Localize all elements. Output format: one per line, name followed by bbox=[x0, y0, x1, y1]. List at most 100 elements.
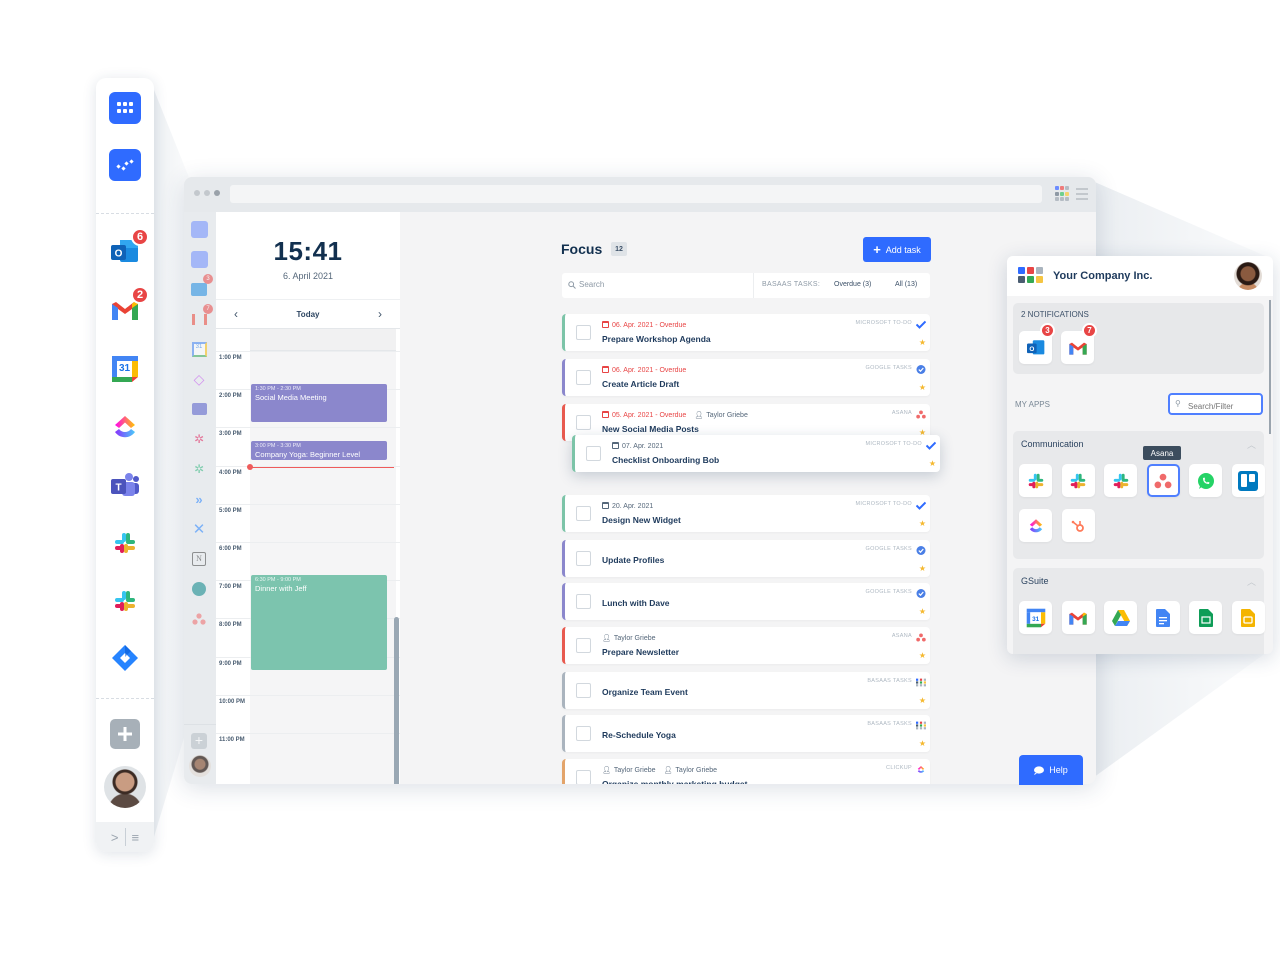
inner-sharepoint-icon[interactable] bbox=[190, 580, 208, 598]
inner-add-app-icon[interactable]: + bbox=[190, 732, 208, 750]
task-checkbox[interactable] bbox=[576, 325, 591, 340]
app-tile-google-docs[interactable] bbox=[1146, 601, 1180, 634]
launcher-app-clickup[interactable] bbox=[109, 411, 141, 443]
star-icon[interactable]: ★ bbox=[929, 459, 936, 468]
task-item[interactable]: 👤︎ Taylor Griebe 👤︎ Taylor Griebe Organize m… bbox=[562, 759, 930, 784]
calendar-event[interactable]: 6:30 PM - 9:00 PM Dinner with Jeff bbox=[251, 575, 387, 670]
inner-gmail-icon[interactable]: 7 bbox=[190, 304, 213, 328]
task-checkbox[interactable] bbox=[576, 551, 591, 566]
hour-row[interactable]: 10:00 PM bbox=[216, 694, 400, 733]
inner-asana-icon[interactable] bbox=[190, 610, 208, 628]
task-checkbox[interactable] bbox=[576, 594, 591, 609]
app-tile-google-drive[interactable] bbox=[1104, 601, 1137, 634]
star-icon[interactable]: ★ bbox=[919, 607, 926, 616]
inner-notion-icon[interactable]: N bbox=[190, 550, 208, 568]
app-tile-google-slides[interactable] bbox=[1231, 601, 1265, 634]
inner-google-calendar-icon[interactable]: 31 bbox=[190, 340, 208, 358]
app-tile-google-calendar[interactable]: 31 bbox=[1019, 601, 1052, 634]
star-icon[interactable]: ★ bbox=[919, 739, 926, 748]
hour-row[interactable]: 4:00 PM bbox=[216, 465, 400, 504]
add-app-button[interactable] bbox=[110, 719, 140, 749]
app-tile-asana[interactable] bbox=[1146, 464, 1180, 497]
search-input[interactable]: Search bbox=[568, 280, 604, 289]
launcher-app-teams[interactable]: T bbox=[109, 469, 141, 501]
star-icon[interactable]: ★ bbox=[919, 383, 926, 392]
filter-all[interactable]: All (13) bbox=[895, 281, 917, 288]
inner-clickup-icon[interactable]: ◇ bbox=[190, 370, 208, 388]
task-checkbox[interactable] bbox=[576, 415, 591, 430]
help-button[interactable]: Help bbox=[1019, 755, 1083, 785]
window-controls[interactable] bbox=[194, 190, 220, 196]
task-checkbox[interactable] bbox=[576, 726, 591, 741]
notification-gmail[interactable]: 7 bbox=[1061, 323, 1097, 364]
star-icon[interactable]: ★ bbox=[919, 696, 926, 705]
app-tile-hubspot[interactable] bbox=[1061, 509, 1095, 542]
task-item[interactable]: 06. Apr. 2021 - Overdue Prepare Workshop … bbox=[562, 314, 930, 351]
task-checkbox[interactable] bbox=[576, 370, 591, 385]
inner-slack-icon-2[interactable]: ✲ bbox=[190, 460, 208, 478]
inner-jira-icon[interactable]: » bbox=[190, 490, 208, 508]
app-tile-slack[interactable] bbox=[1104, 464, 1137, 497]
next-day-button[interactable]: › bbox=[378, 307, 382, 321]
calendar-event[interactable]: 3:00 PM - 3:30 PM Company Yoga: Beginner… bbox=[251, 441, 387, 460]
menu-icon[interactable]: ≡ bbox=[132, 830, 140, 845]
task-item[interactable]: 20. Apr. 2021 Design New Widget MICROSOFT … bbox=[562, 495, 930, 532]
task-checkbox[interactable] bbox=[576, 683, 591, 698]
collapse-chevron-icon[interactable]: ︿ bbox=[1247, 575, 1256, 588]
inner-outlook-icon[interactable]: 3 bbox=[190, 274, 213, 298]
app-filter-input[interactable] bbox=[1168, 393, 1263, 415]
launcher-app-jira[interactable] bbox=[109, 642, 141, 674]
task-item[interactable]: Lunch with Dave GOOGLE TASKS ★ bbox=[562, 583, 930, 620]
task-checkbox[interactable] bbox=[576, 770, 591, 784]
all-day-row[interactable] bbox=[250, 329, 396, 351]
app-tile-clickup[interactable] bbox=[1019, 509, 1052, 542]
inner-workflow-icon[interactable] bbox=[190, 250, 208, 268]
app-tile-trello[interactable] bbox=[1231, 464, 1265, 497]
task-checkbox[interactable] bbox=[576, 638, 591, 653]
star-icon[interactable]: ★ bbox=[919, 519, 926, 528]
star-icon[interactable]: ★ bbox=[919, 651, 926, 660]
prev-day-button[interactable]: ‹ bbox=[234, 307, 238, 321]
notification-outlook[interactable]: O 3 bbox=[1019, 323, 1055, 364]
add-task-button[interactable]: + Add task bbox=[863, 237, 931, 262]
task-checkbox[interactable] bbox=[586, 446, 601, 461]
launcher-app-outlook[interactable]: O 6 bbox=[109, 228, 149, 268]
hour-row[interactable]: 11:00 PM bbox=[216, 733, 400, 771]
app-tile-gmail[interactable] bbox=[1061, 601, 1095, 634]
star-icon[interactable]: ★ bbox=[919, 564, 926, 573]
user-avatar[interactable] bbox=[1234, 262, 1262, 290]
apps-grid-button[interactable] bbox=[109, 92, 141, 124]
workflow-button[interactable] bbox=[109, 149, 141, 181]
task-checkbox[interactable] bbox=[576, 506, 591, 521]
task-item[interactable]: Re-Schedule Yoga BASAAS TASKS ★ bbox=[562, 715, 930, 752]
task-item[interactable]: 👤︎ Taylor Griebe Prepare Newsletter ASANA ★ bbox=[562, 627, 930, 664]
task-item[interactable]: Update Profiles GOOGLE TASKS ★ bbox=[562, 540, 930, 577]
browser-menu-icon[interactable] bbox=[1076, 188, 1088, 203]
calendar-scrollbar[interactable] bbox=[394, 617, 399, 784]
hour-row[interactable]: 5:00 PM bbox=[216, 503, 400, 542]
launcher-app-gmail[interactable]: 2 bbox=[109, 286, 149, 326]
expand-icon[interactable]: > bbox=[111, 830, 119, 845]
calendar-event[interactable]: 1:30 PM - 2:30 PM Social Media Meeting bbox=[251, 384, 387, 422]
app-tile-whatsapp[interactable] bbox=[1189, 464, 1222, 497]
address-bar[interactable] bbox=[230, 185, 1042, 203]
launcher-app-slack-2[interactable] bbox=[109, 585, 141, 617]
inner-confluence-icon[interactable]: ✕ bbox=[190, 520, 208, 538]
app-tile-slack[interactable] bbox=[1019, 464, 1052, 497]
task-item[interactable]: 06. Apr. 2021 - Overdue Create Article Dr… bbox=[562, 359, 930, 396]
app-tile-slack[interactable] bbox=[1061, 464, 1095, 497]
inner-slack-icon[interactable]: ✲ bbox=[190, 430, 208, 448]
inner-teams-icon[interactable] bbox=[190, 400, 208, 418]
app-tile-google-sheets[interactable] bbox=[1189, 601, 1222, 634]
task-item-dragging[interactable]: 07. Apr. 2021 Checklist Onboarding Bob MIC… bbox=[572, 435, 940, 472]
launcher-app-slack[interactable] bbox=[109, 527, 141, 559]
filter-overdue[interactable]: Overdue (3) bbox=[834, 281, 871, 288]
star-icon[interactable]: ★ bbox=[919, 783, 926, 784]
user-avatar[interactable] bbox=[104, 766, 146, 808]
star-icon[interactable]: ★ bbox=[919, 338, 926, 347]
launcher-app-google-calendar[interactable]: 31 bbox=[109, 353, 141, 385]
inner-apps-grid-icon[interactable] bbox=[190, 220, 208, 238]
inner-user-avatar[interactable] bbox=[189, 755, 211, 777]
collapse-chevron-icon[interactable]: ︿ bbox=[1247, 438, 1256, 451]
extension-grid-icon[interactable] bbox=[1055, 186, 1071, 202]
